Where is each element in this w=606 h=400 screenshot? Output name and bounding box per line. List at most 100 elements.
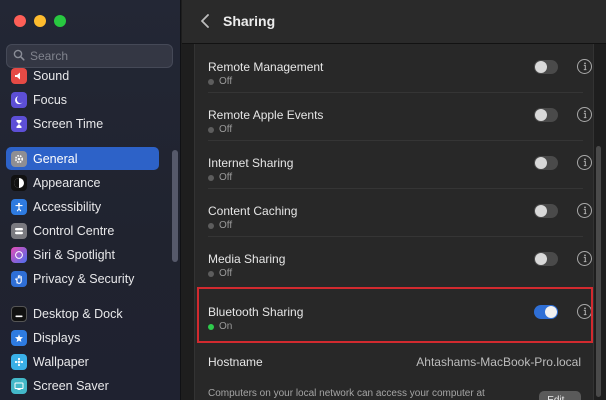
service-row-internet-sharing: Internet Sharing Off <box>195 140 595 188</box>
zoom-window-button[interactable] <box>54 15 66 27</box>
service-name: Remote Apple Events <box>208 108 324 122</box>
sidebar-item-focus[interactable]: Focus <box>6 88 159 111</box>
remote-management-info-button[interactable] <box>577 59 592 74</box>
sidebar-item-label: Appearance <box>33 175 101 190</box>
sidebar-item-label: Privacy & Security <box>33 271 135 286</box>
wallpaper-icon <box>11 353 27 370</box>
highlight-annotation <box>197 287 593 343</box>
service-status: Off <box>208 76 232 87</box>
content-caching-toggle[interactable] <box>534 204 558 218</box>
service-name: Internet Sharing <box>208 156 294 170</box>
sidebar-item-label: Focus <box>33 92 68 107</box>
display-icon <box>11 329 27 346</box>
sidebar-item-label: Screen Time <box>33 116 104 131</box>
sidebar-item-label: Screen Saver <box>33 378 109 393</box>
status-dot <box>208 126 214 133</box>
sidebar-item-accessibility[interactable]: Accessibility <box>6 195 159 218</box>
info-icon <box>581 252 589 266</box>
gear-icon <box>11 150 27 167</box>
toggle-knob <box>535 205 547 217</box>
toggle-knob <box>535 61 547 73</box>
chevron-left-icon <box>200 13 210 31</box>
sidebar-item-screen-time[interactable]: Screen Time <box>6 112 159 135</box>
service-row-media-sharing: Media Sharing Off <box>195 236 595 284</box>
edit-hostname-button[interactable]: Edit... <box>539 391 581 400</box>
toggle-knob <box>535 253 547 265</box>
service-status: Off <box>208 268 232 279</box>
sidebar-item-label: Accessibility <box>33 199 102 214</box>
content-caching-info-button[interactable] <box>577 203 592 218</box>
window-controls <box>14 15 66 27</box>
sidebar-scrollbar[interactable] <box>172 150 178 262</box>
status-dot <box>208 270 214 277</box>
status-dot <box>208 174 214 181</box>
sidebar: Sound Focus Screen Time General Appearan… <box>0 0 181 400</box>
hostname-description: Computers on your local network can acce… <box>208 388 485 399</box>
service-name: Media Sharing <box>208 252 286 266</box>
sharing-services-panel: Remote Management Off Remote Apple Event… <box>194 44 594 400</box>
sidebar-item-label: Sound <box>33 68 70 83</box>
sidebar-item-wallpaper[interactable]: Wallpaper <box>6 350 159 373</box>
service-status: Off <box>208 172 232 183</box>
screensaver-icon <box>11 377 27 394</box>
service-name: Remote Management <box>208 60 324 74</box>
toggle-knob <box>535 109 547 121</box>
service-status: Off <box>208 124 232 135</box>
control-centre-icon <box>11 222 27 239</box>
status-dot <box>208 78 214 85</box>
info-icon <box>581 204 589 218</box>
accessibility-icon <box>11 198 27 215</box>
service-row-content-caching: Content Caching Off <box>195 188 595 236</box>
toggle-knob <box>535 157 547 169</box>
status-text: Off <box>219 220 233 231</box>
info-icon <box>581 108 589 122</box>
hourglass-icon <box>11 115 27 132</box>
sidebar-item-label: Control Centre <box>33 223 115 238</box>
media-sharing-toggle[interactable] <box>534 252 558 266</box>
remote-apple-events-toggle[interactable] <box>534 108 558 122</box>
sidebar-item-desktop-dock[interactable]: Desktop & Dock <box>6 302 159 325</box>
siri-icon <box>11 246 27 263</box>
toolbar: Sharing <box>182 0 606 44</box>
sidebar-item-label: Desktop & Dock <box>33 306 123 321</box>
status-text: Off <box>219 268 233 279</box>
page-title: Sharing <box>223 13 276 29</box>
sidebar-item-sound[interactable]: Sound <box>6 64 159 87</box>
sidebar-item-displays[interactable]: Displays <box>6 326 159 349</box>
service-status: Off <box>208 220 232 231</box>
internet-sharing-toggle[interactable] <box>534 156 558 170</box>
status-text: Off <box>219 124 233 135</box>
internet-sharing-info-button[interactable] <box>577 155 592 170</box>
media-sharing-info-button[interactable] <box>577 251 592 266</box>
dock-icon <box>11 305 27 322</box>
search-input[interactable] <box>30 49 160 63</box>
sidebar-item-label: Siri & Spotlight <box>33 247 115 262</box>
status-text: Off <box>219 172 233 183</box>
remote-management-toggle[interactable] <box>534 60 558 74</box>
service-row-remote-management: Remote Management Off <box>195 44 595 92</box>
sidebar-item-general[interactable]: General <box>6 147 159 170</box>
appearance-icon <box>11 174 27 191</box>
speaker-icon <box>11 67 27 84</box>
hostname-value: Ahtashams-MacBook-Pro.local <box>416 355 581 369</box>
sidebar-item-label: General <box>33 151 78 166</box>
hostname-label: Hostname <box>208 355 263 369</box>
sidebar-item-label: Displays <box>33 330 81 345</box>
close-window-button[interactable] <box>14 15 26 27</box>
minimize-window-button[interactable] <box>34 15 46 27</box>
sidebar-item-screen-saver[interactable]: Screen Saver <box>6 374 159 397</box>
main-scrollbar[interactable] <box>596 146 601 397</box>
sidebar-item-appearance[interactable]: Appearance <box>6 171 159 194</box>
sidebar-item-privacy-security[interactable]: Privacy & Security <box>6 267 159 290</box>
back-button[interactable] <box>196 12 214 32</box>
info-icon <box>581 156 589 170</box>
hand-icon <box>11 270 27 287</box>
sidebar-item-control-centre[interactable]: Control Centre <box>6 219 159 242</box>
sidebar-item-siri-spotlight[interactable]: Siri & Spotlight <box>6 243 159 266</box>
info-icon <box>581 60 589 74</box>
search-icon <box>13 49 25 64</box>
moon-icon <box>11 91 27 108</box>
status-text: Off <box>219 76 233 87</box>
service-name: Content Caching <box>208 204 298 218</box>
remote-apple-events-info-button[interactable] <box>577 107 592 122</box>
